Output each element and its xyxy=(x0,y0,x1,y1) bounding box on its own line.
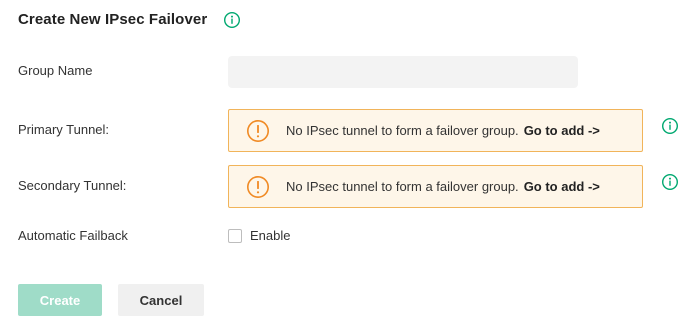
secondary-tunnel-go-to-add-link[interactable]: Go to add -> xyxy=(524,179,600,194)
automatic-failback-option: Enable xyxy=(228,228,290,243)
primary-tunnel-go-to-add-link[interactable]: Go to add -> xyxy=(524,123,600,138)
secondary-tunnel-label: Secondary Tunnel: xyxy=(18,178,127,193)
primary-tunnel-warning-text: No IPsec tunnel to form a failover group… xyxy=(286,123,519,138)
warning-icon xyxy=(246,175,270,199)
group-name-input[interactable] xyxy=(228,56,578,88)
cancel-button[interactable]: Cancel xyxy=(118,284,204,316)
enable-checkbox-label[interactable]: Enable xyxy=(250,228,290,243)
primary-tunnel-warning: No IPsec tunnel to form a failover group… xyxy=(228,109,643,152)
warning-icon xyxy=(246,119,270,143)
enable-checkbox[interactable] xyxy=(228,228,242,243)
page-title: Create New IPsec Failover xyxy=(18,10,208,28)
secondary-tunnel-info-icon[interactable] xyxy=(661,173,679,191)
create-ipsec-failover-page: Create New IPsec Failover Group Name Pri… xyxy=(0,0,688,326)
group-name-label: Group Name xyxy=(18,63,93,78)
info-icon[interactable] xyxy=(223,11,241,29)
secondary-tunnel-warning-text: No IPsec tunnel to form a failover group… xyxy=(286,179,519,194)
primary-tunnel-label: Primary Tunnel: xyxy=(18,122,110,137)
automatic-failback-label: Automatic Failback xyxy=(18,228,128,243)
secondary-tunnel-warning: No IPsec tunnel to form a failover group… xyxy=(228,165,643,208)
primary-tunnel-info-icon[interactable] xyxy=(661,117,679,135)
page-header: Create New IPsec Failover xyxy=(18,9,241,29)
create-button[interactable]: Create xyxy=(18,284,102,316)
